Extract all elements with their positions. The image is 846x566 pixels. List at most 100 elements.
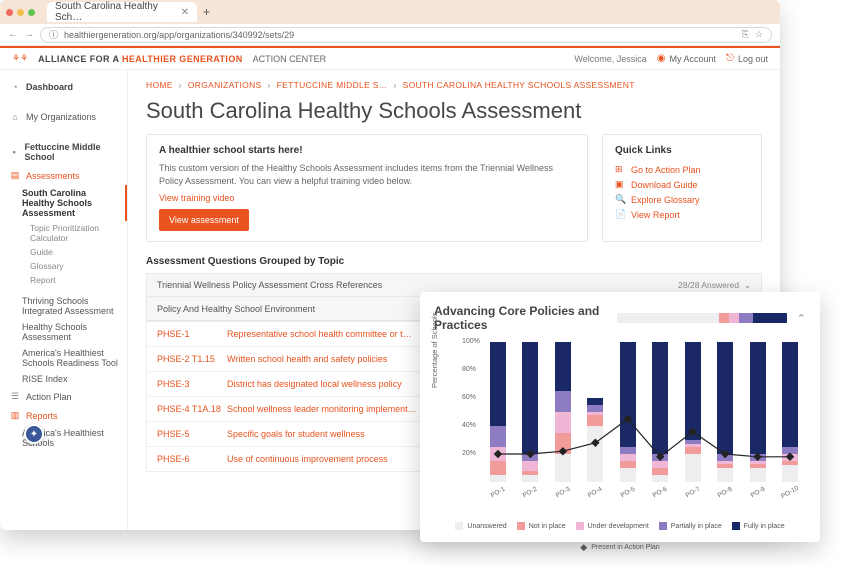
accessibility-badge-icon[interactable]: ✦ bbox=[24, 424, 44, 444]
bar-column: PO-5 bbox=[620, 342, 636, 482]
x-tick-label: PO-5 bbox=[619, 486, 636, 500]
sidebar: ◔Dashboard ⌂My Organizations •Fettuccine… bbox=[0, 70, 128, 530]
view-assessment-button[interactable]: View assessment bbox=[159, 209, 249, 231]
training-video-link[interactable]: View training video bbox=[159, 193, 575, 203]
url-text: healthiergeneration.org/app/organization… bbox=[64, 30, 294, 40]
sidebar-action-plan[interactable]: ☰Action Plan bbox=[0, 387, 127, 406]
quick-link-label: Explore Glossary bbox=[631, 195, 700, 205]
quick-link-icon: ▣ bbox=[615, 179, 625, 190]
x-tick-label: PO-7 bbox=[684, 486, 701, 500]
legend-swatch bbox=[659, 522, 667, 530]
bar-column: PO-9 bbox=[750, 342, 766, 482]
quick-link-icon: 🔍 bbox=[615, 194, 625, 205]
quick-link-icon: ⊞ bbox=[615, 164, 625, 175]
quick-link-label: View Report bbox=[631, 210, 680, 220]
address-bar: ← → ⓘ healthiergeneration.org/app/organi… bbox=[0, 24, 780, 46]
bar-column: PO-2 bbox=[522, 342, 538, 482]
logo-icon[interactable]: ⚘⚘ bbox=[12, 53, 28, 64]
sidebar-dashboard[interactable]: ◔Dashboard bbox=[0, 78, 127, 96]
legend-item: Under development bbox=[576, 522, 649, 530]
sidebar-guide[interactable]: Guide bbox=[0, 245, 127, 259]
crumb-school[interactable]: FETTUCCINE MIDDLE S… bbox=[277, 80, 388, 90]
x-tick-label: PO-1 bbox=[490, 486, 507, 500]
bar-column: PO-7 bbox=[685, 342, 701, 482]
legend-swatch bbox=[517, 522, 525, 530]
y-tick: 40% bbox=[462, 422, 476, 429]
home-icon: ⌂ bbox=[10, 112, 20, 122]
back-icon[interactable]: ← bbox=[8, 29, 18, 40]
browser-tab[interactable]: South Carolina Healthy Sch… ✕ bbox=[47, 2, 197, 22]
x-tick-label: PO-8 bbox=[717, 486, 734, 500]
zoom-dot[interactable] bbox=[28, 9, 35, 16]
sidebar-rise[interactable]: RISE Index bbox=[0, 371, 127, 387]
sidebar-my-organizations[interactable]: ⌂My Organizations bbox=[0, 108, 127, 126]
legend-swatch bbox=[455, 522, 463, 530]
y-tick: 100% bbox=[462, 338, 480, 345]
legend-item: Unanswered bbox=[455, 522, 506, 530]
site-info-icon[interactable]: ⓘ bbox=[49, 28, 58, 41]
forward-icon[interactable]: → bbox=[24, 29, 34, 40]
sidebar-current-assessment[interactable]: South Carolina Healthy Schools Assessmen… bbox=[0, 185, 127, 221]
star-icon[interactable]: ☆ bbox=[755, 29, 763, 40]
dot-icon: • bbox=[10, 147, 19, 157]
tab-title: South Carolina Healthy Sch… bbox=[55, 1, 175, 23]
chart-panel: Advancing Core Policies and Practices ⌃ … bbox=[420, 292, 820, 542]
chevron-up-icon[interactable]: ⌃ bbox=[797, 312, 806, 325]
x-tick-label: PO-4 bbox=[587, 486, 604, 500]
sidebar-reports[interactable]: ▥Reports bbox=[0, 406, 127, 425]
crumb-orgs[interactable]: ORGANIZATIONS bbox=[188, 80, 262, 90]
sidebar-school[interactable]: •Fettuccine Middle School bbox=[0, 138, 127, 166]
diamond-icon: ◆ bbox=[580, 542, 587, 553]
intro-title: A healthier school starts here! bbox=[159, 145, 575, 156]
logout-link[interactable]: ⎋Log out bbox=[726, 53, 768, 64]
legend-swatch bbox=[576, 522, 584, 530]
new-tab-icon[interactable]: + bbox=[203, 5, 210, 19]
quick-link-item[interactable]: 🔍 Explore Glossary bbox=[615, 192, 749, 207]
sidebar-ahsr[interactable]: America's Healthiest Schools Readiness T… bbox=[0, 345, 127, 371]
window-controls[interactable] bbox=[6, 9, 35, 16]
sidebar-hsa[interactable]: Healthy Schools Assessment bbox=[0, 319, 127, 345]
bar-column: PO-10 bbox=[782, 342, 798, 482]
minimize-dot[interactable] bbox=[17, 9, 24, 16]
sidebar-tpc[interactable]: Topic Prioritization Calculator bbox=[0, 221, 127, 245]
sidebar-ahs[interactable]: America's Healthiest Schools bbox=[0, 425, 127, 451]
sidebar-report[interactable]: Report bbox=[0, 273, 127, 287]
legend-line-item: ◆Present in Action Plan bbox=[580, 542, 659, 553]
row-id: PHSE-1 bbox=[157, 329, 227, 339]
y-tick-labels: 100%80%60%40%20% bbox=[462, 342, 492, 482]
legend-swatch bbox=[732, 522, 740, 530]
bar-column: PO-4 bbox=[587, 342, 603, 482]
quick-link-item[interactable]: ⊞Go to Action Plan bbox=[615, 162, 749, 177]
reader-icon[interactable]: ⎘ bbox=[742, 29, 749, 40]
action-center-link[interactable]: ACTION CENTER bbox=[253, 54, 327, 64]
legend-item: Partially in place bbox=[659, 522, 722, 530]
chevron-down-icon: ⌄ bbox=[744, 280, 751, 290]
gauge-icon: ◔ bbox=[10, 82, 20, 92]
chart-plot: Percentage of Schools 100%80%60%40%20% P… bbox=[434, 342, 806, 500]
answered-count: 28/28 Answered bbox=[678, 280, 739, 290]
url-box[interactable]: ⓘ healthiergeneration.org/app/organizati… bbox=[40, 27, 772, 43]
topics-heading: Assessment Questions Grouped by Topic bbox=[146, 256, 762, 267]
sidebar-tsia[interactable]: Thriving Schools Integrated Assessment bbox=[0, 293, 127, 319]
chart-icon: ▥ bbox=[10, 410, 20, 421]
my-account-link[interactable]: ◉My Account bbox=[657, 53, 716, 64]
brand-text[interactable]: ALLIANCE FOR A HEALTHIER GENERATION bbox=[38, 54, 243, 64]
bar-column: PO-8 bbox=[717, 342, 733, 482]
quick-link-item[interactable]: 📄View Report bbox=[615, 207, 749, 222]
quick-link-item[interactable]: ▣Download Guide bbox=[615, 177, 749, 192]
bar-column: PO-6 bbox=[652, 342, 668, 482]
sidebar-assessments[interactable]: ▤Assessments bbox=[0, 166, 127, 185]
accordion-title: Policy And Healthy School Environment bbox=[157, 304, 315, 314]
close-dot[interactable] bbox=[6, 9, 13, 16]
chart-summary-bar bbox=[617, 313, 787, 323]
y-axis-label: Percentage of Schools bbox=[430, 313, 439, 388]
y-tick: 80% bbox=[462, 366, 476, 373]
legend-item: Not in place bbox=[517, 522, 566, 530]
welcome-text: Welcome, Jessica bbox=[574, 54, 646, 64]
x-tick-label: PO-10 bbox=[780, 485, 800, 500]
breadcrumb: HOME› ORGANIZATIONS› FETTUCCINE MIDDLE S… bbox=[146, 80, 762, 90]
sidebar-glossary[interactable]: Glossary bbox=[0, 259, 127, 273]
crumb-home[interactable]: HOME bbox=[146, 80, 173, 90]
crumb-current[interactable]: SOUTH CAROLINA HEALTHY SCHOOLS ASSESSMEN… bbox=[403, 80, 635, 90]
close-tab-icon[interactable]: ✕ bbox=[181, 7, 189, 18]
